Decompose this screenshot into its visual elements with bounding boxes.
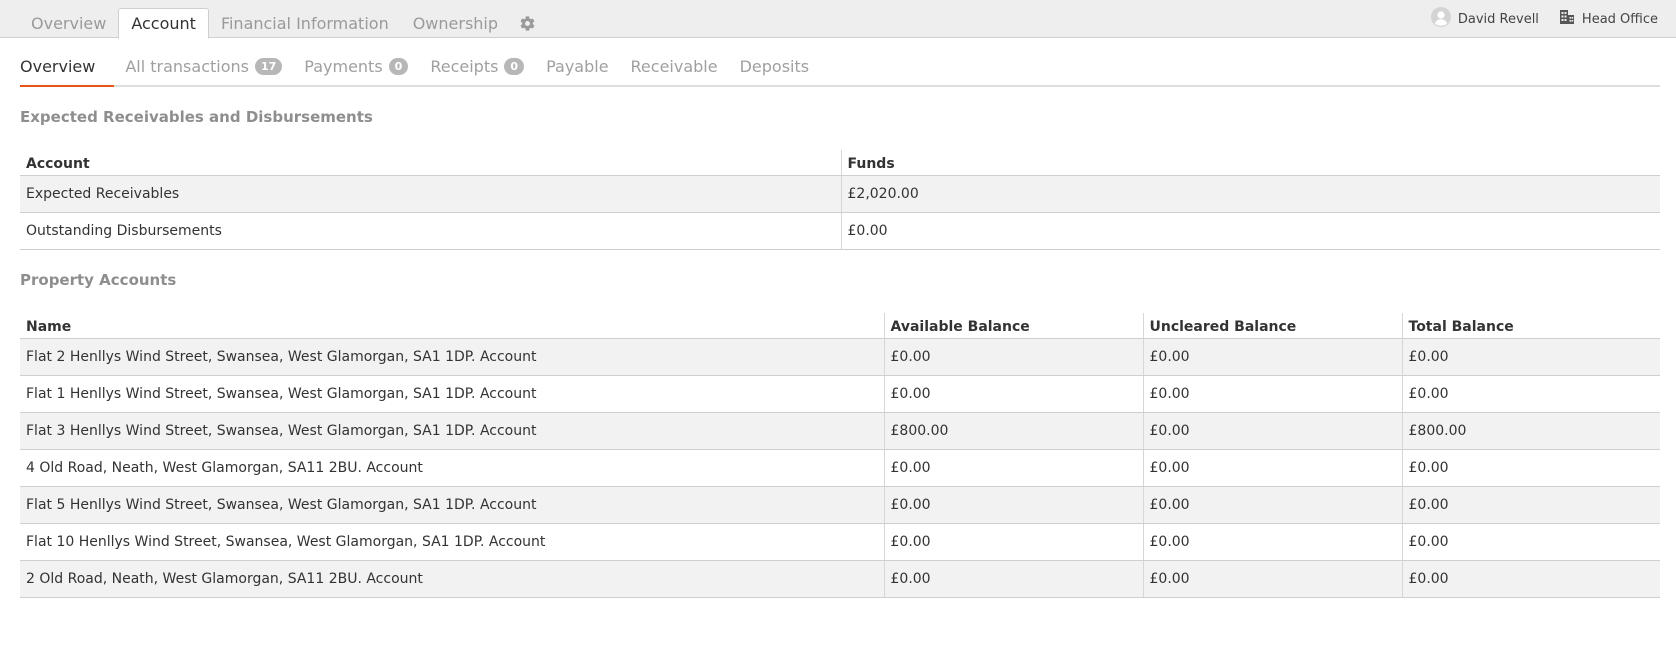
tab-overview[interactable]: Overview <box>19 8 118 38</box>
cell-uncleared-balance: £0.00 <box>1142 486 1402 524</box>
cell-uncleared-balance: £0.00 <box>1142 375 1402 413</box>
count-badge: 17 <box>254 58 283 75</box>
user-menu[interactable]: David Revell <box>1430 7 1539 31</box>
cell-total-balance: £0.00 <box>1401 338 1660 376</box>
cell-name: 4 Old Road, Neath, West Glamorgan, SA11 … <box>20 449 884 487</box>
subtab-all-transactions[interactable]: All transactions 17 <box>125 54 293 85</box>
tab-ownership[interactable]: Ownership <box>401 8 510 38</box>
count-badge: 0 <box>504 58 525 75</box>
property-accounts-table: Name Available Balance Uncleared Balance… <box>20 313 1660 598</box>
table-row[interactable]: 2 Old Road, Neath, West Glamorgan, SA11 … <box>20 560 1660 598</box>
column-header-total-balance: Total Balance <box>1401 313 1660 339</box>
cell-available-balance: £0.00 <box>883 375 1143 413</box>
tab-account[interactable]: Account <box>118 8 209 39</box>
table-row[interactable]: Flat 1 Henllys Wind Street, Swansea, Wes… <box>20 375 1660 413</box>
property-accounts-section-title: Property Accounts <box>20 271 177 289</box>
top-right-controls: David Revell Head Office <box>1430 0 1658 38</box>
cell-total-balance: £800.00 <box>1401 412 1660 450</box>
cell-available-balance: £0.00 <box>883 523 1143 561</box>
subtab-label: Payments <box>304 57 383 76</box>
subtab-label: All transactions <box>125 57 249 76</box>
column-header-account: Account <box>20 150 841 176</box>
cell-name: Flat 1 Henllys Wind Street, Swansea, Wes… <box>20 375 884 413</box>
top-bar: Overview Account Financial Information O… <box>0 0 1676 39</box>
sub-tabs: Overview All transactions 17 Payments 0 … <box>20 54 1660 87</box>
subtab-overview[interactable]: Overview <box>20 54 115 87</box>
column-header-name: Name <box>20 313 884 339</box>
cell-account: Expected Receivables <box>20 175 841 213</box>
subtab-payments[interactable]: Payments 0 <box>304 54 419 85</box>
tab-financial-information[interactable]: Financial Information <box>209 8 401 38</box>
cell-name: 2 Old Road, Neath, West Glamorgan, SA11 … <box>20 560 884 598</box>
cell-total-balance: £0.00 <box>1401 486 1660 524</box>
cell-uncleared-balance: £0.00 <box>1142 560 1402 598</box>
cell-name: Flat 5 Henllys Wind Street, Swansea, Wes… <box>20 486 884 524</box>
subtab-label: Deposits <box>739 57 810 76</box>
cell-uncleared-balance: £0.00 <box>1142 412 1402 450</box>
cell-account: Outstanding Disbursements <box>20 212 841 250</box>
cell-uncleared-balance: £0.00 <box>1142 338 1402 376</box>
table-row[interactable]: 4 Old Road, Neath, West Glamorgan, SA11 … <box>20 449 1660 487</box>
cell-name: Flat 3 Henllys Wind Street, Swansea, Wes… <box>20 412 884 450</box>
user-name: David Revell <box>1457 11 1539 27</box>
top-tabs: Overview Account Financial Information O… <box>19 0 542 39</box>
cell-available-balance: £0.00 <box>883 560 1143 598</box>
subtab-payable[interactable]: Payable <box>546 54 619 85</box>
subtab-label: Payable <box>546 57 609 76</box>
table-header-row: Name Available Balance Uncleared Balance… <box>20 313 1660 339</box>
cell-uncleared-balance: £0.00 <box>1142 523 1402 561</box>
subtab-deposits[interactable]: Deposits <box>740 54 821 85</box>
table-row[interactable]: Flat 2 Henllys Wind Street, Swansea, Wes… <box>20 338 1660 376</box>
office-menu[interactable]: Head Office <box>1559 9 1658 29</box>
expected-table: Account Funds Expected Receivables £2,02… <box>20 150 1660 250</box>
count-badge: 0 <box>388 58 409 75</box>
cell-available-balance: £0.00 <box>883 338 1143 376</box>
cell-name: Flat 10 Henllys Wind Street, Swansea, We… <box>20 523 884 561</box>
column-header-funds: Funds <box>840 150 1660 176</box>
cell-total-balance: £0.00 <box>1401 375 1660 413</box>
table-row[interactable]: Outstanding Disbursements £0.00 <box>20 212 1660 250</box>
subtab-label: Receivable <box>630 57 718 76</box>
cell-total-balance: £0.00 <box>1401 449 1660 487</box>
cell-available-balance: £0.00 <box>883 449 1143 487</box>
subtab-receivable[interactable]: Receivable <box>631 54 729 85</box>
user-avatar-icon <box>1430 7 1451 31</box>
table-row[interactable]: Flat 3 Henllys Wind Street, Swansea, Wes… <box>20 412 1660 450</box>
cell-uncleared-balance: £0.00 <box>1142 449 1402 487</box>
cell-funds: £2,020.00 <box>840 175 1660 213</box>
column-header-available-balance: Available Balance <box>883 313 1143 339</box>
expected-section-title: Expected Receivables and Disbursements <box>20 108 373 126</box>
building-icon <box>1559 9 1575 29</box>
settings-gear-icon[interactable] <box>512 8 542 38</box>
cell-total-balance: £0.00 <box>1401 560 1660 598</box>
cell-total-balance: £0.00 <box>1401 523 1660 561</box>
cell-available-balance: £0.00 <box>883 486 1143 524</box>
table-row[interactable]: Flat 10 Henllys Wind Street, Swansea, We… <box>20 523 1660 561</box>
office-name: Head Office <box>1581 11 1658 27</box>
table-row[interactable]: Expected Receivables £2,020.00 <box>20 175 1660 213</box>
subtab-label: Overview <box>20 57 96 76</box>
column-header-uncleared-balance: Uncleared Balance <box>1142 313 1402 339</box>
table-header-row: Account Funds <box>20 150 1660 176</box>
table-row[interactable]: Flat 5 Henllys Wind Street, Swansea, Wes… <box>20 486 1660 524</box>
cell-name: Flat 2 Henllys Wind Street, Swansea, Wes… <box>20 338 884 376</box>
cell-funds: £0.00 <box>840 212 1660 250</box>
cell-available-balance: £800.00 <box>883 412 1143 450</box>
subtab-label: Receipts <box>430 57 499 76</box>
subtab-receipts[interactable]: Receipts 0 <box>430 54 535 85</box>
